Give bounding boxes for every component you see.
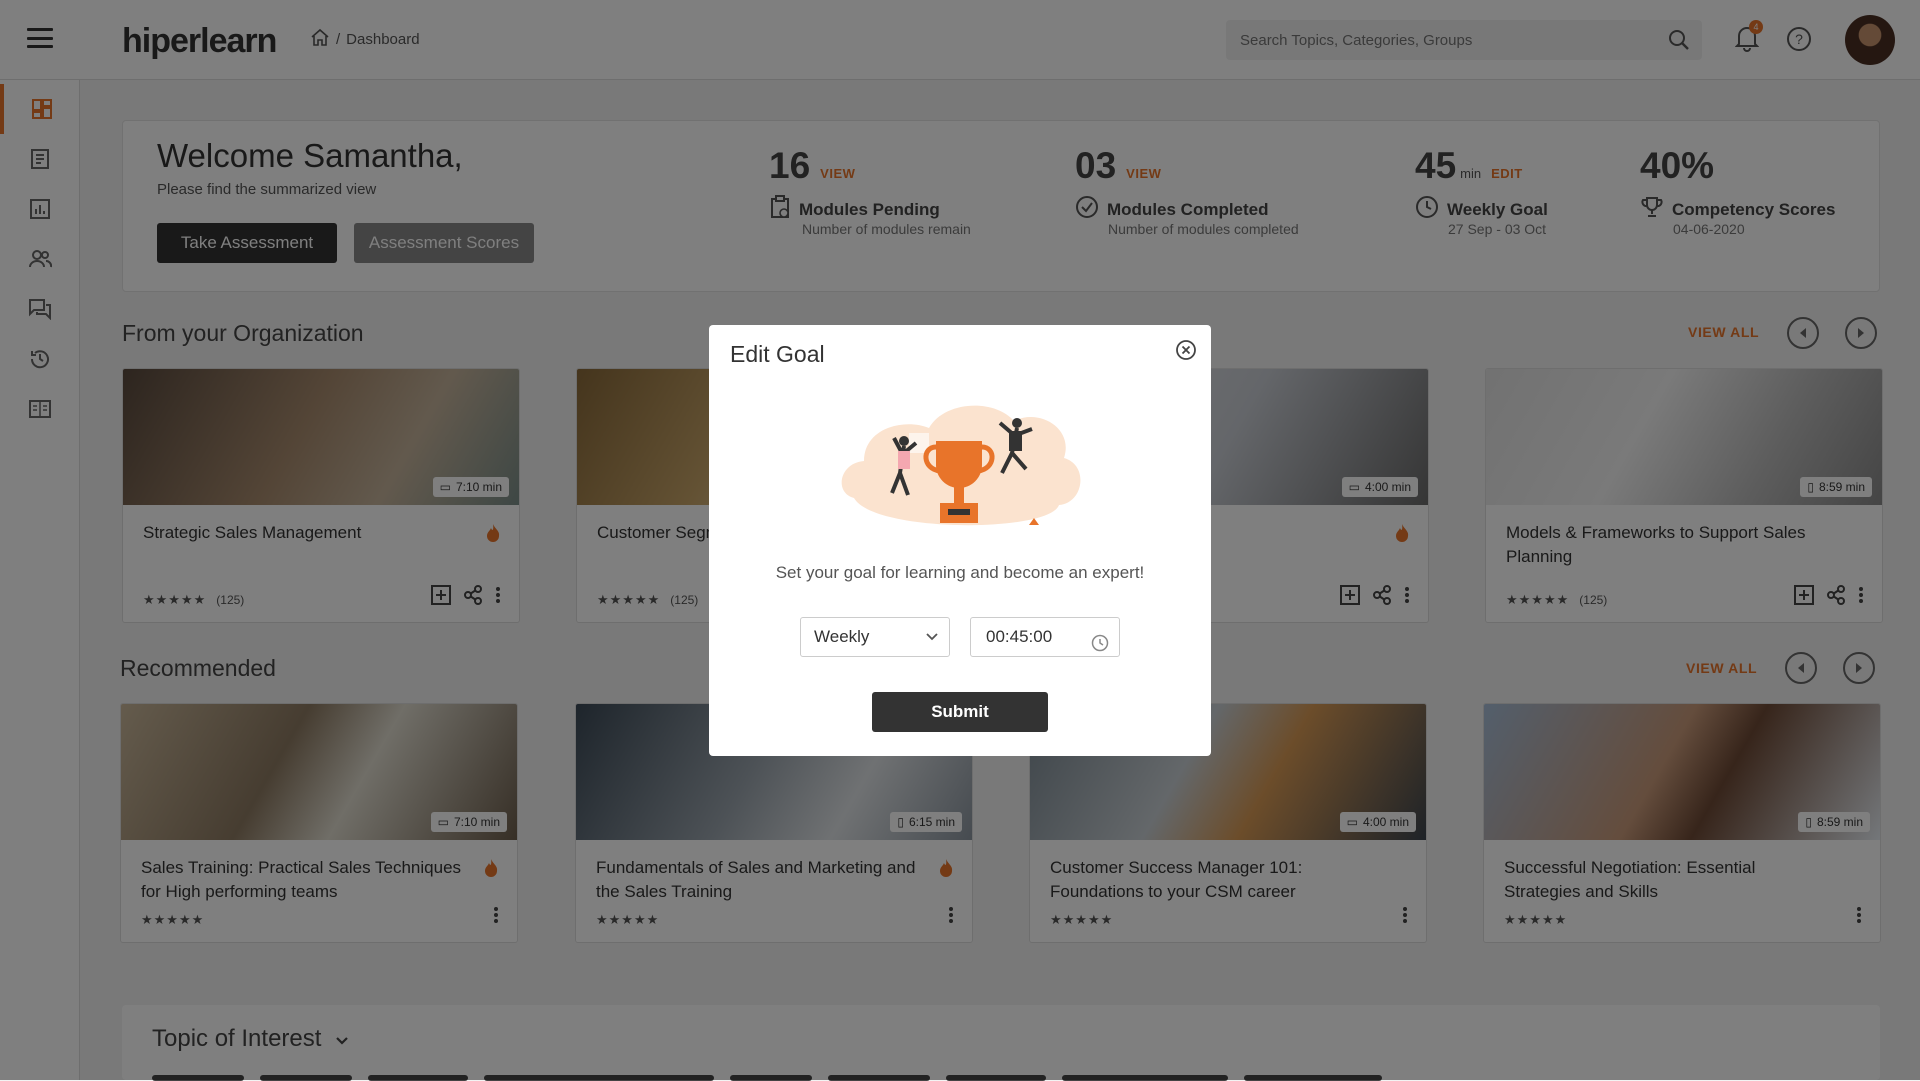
time-value: 00:45:00 bbox=[986, 627, 1053, 646]
clock-icon[interactable] bbox=[1091, 628, 1109, 666]
close-icon[interactable] bbox=[1175, 339, 1197, 366]
chevron-down-icon bbox=[925, 618, 939, 670]
frequency-value: Weekly bbox=[814, 627, 870, 646]
trophy-celebration-illustration bbox=[834, 393, 1086, 548]
edit-goal-modal: Edit Goal Set your goal for learning and… bbox=[709, 325, 1211, 756]
time-input[interactable]: 00:45:00 bbox=[970, 617, 1120, 657]
frequency-select[interactable]: Weekly bbox=[800, 617, 950, 657]
submit-button[interactable]: Submit bbox=[872, 692, 1048, 732]
modal-message: Set your goal for learning and become an… bbox=[775, 563, 1145, 582]
modal-title: Edit Goal bbox=[730, 341, 825, 367]
